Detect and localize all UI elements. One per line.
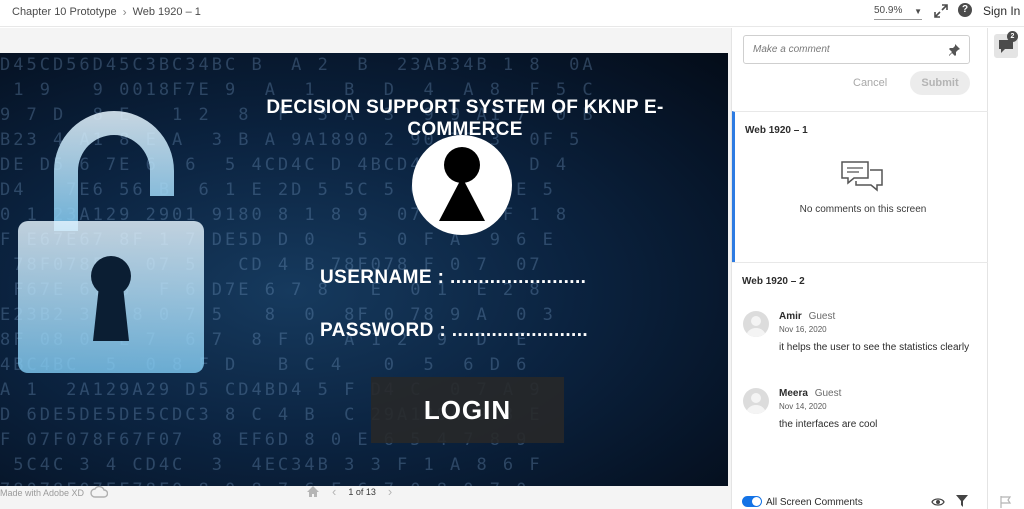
comment-author: Amir Guest — [779, 311, 835, 322]
comment-text: it helps the user to see the statistics … — [779, 342, 970, 353]
previous-icon[interactable]: ‹ — [332, 484, 336, 499]
comment-text: the interfaces are cool — [779, 419, 878, 430]
comment-author-role: Guest — [808, 311, 836, 322]
chevron-down-icon: ▼ — [914, 7, 922, 16]
top-bar: Chapter 10 Prototype › Web 1920 – 1 50.9… — [0, 0, 1024, 27]
username-field[interactable]: USERNAME : ........................ — [320, 267, 586, 289]
comment-author-role: Guest — [814, 388, 842, 399]
next-icon[interactable]: › — [388, 484, 392, 499]
user-icon — [746, 393, 766, 414]
user-icon — [746, 316, 766, 337]
password-field[interactable]: PASSWORD : ........................ — [320, 320, 588, 342]
comment-count-badge: 2 — [1007, 31, 1018, 42]
screen-comments-section: Web 1920 – 2 Amir Guest Nov 16, 2020 it … — [732, 262, 988, 490]
cancel-button[interactable]: Cancel — [853, 77, 887, 89]
artboard[interactable]: D45CD56D45C3BC34BC B A 2 B 23AB34B 1 8 0… — [0, 53, 728, 486]
all-screen-comments-toggle[interactable] — [742, 496, 762, 507]
user-silhouette-icon — [439, 147, 485, 221]
screen-title[interactable]: Web 1920 – 1 — [745, 125, 808, 136]
sign-in-link[interactable]: Sign In — [983, 4, 1020, 18]
zoom-select[interactable]: 50.9% ▼ — [874, 5, 922, 20]
flag-icon[interactable] — [1000, 496, 1012, 508]
open-padlock-icon — [18, 111, 204, 373]
comment-item[interactable]: Amir Guest Nov 16, 2020 it helps the use… — [743, 311, 983, 361]
breadcrumb: Chapter 10 Prototype › Web 1920 – 1 — [12, 5, 201, 19]
comments-footer: All Screen Comments — [732, 492, 988, 509]
pin-icon[interactable] — [947, 43, 961, 57]
comment-date: Nov 16, 2020 — [779, 325, 827, 334]
toggle-label: All Screen Comments — [766, 497, 863, 508]
filter-icon[interactable] — [956, 495, 968, 507]
breadcrumb-separator-icon: › — [122, 5, 127, 19]
pager: ‹ 1 of 13 › — [306, 484, 392, 499]
comments-icon — [841, 161, 883, 192]
comment-input[interactable]: Make a comment — [743, 35, 970, 64]
no-comments-text: No comments on this screen — [799, 204, 927, 215]
made-with-badge[interactable]: Made with Adobe XD — [0, 486, 109, 500]
comments-panel: Make a comment Cancel Submit Web 1920 – … — [731, 28, 988, 509]
comment-author-name: Amir — [779, 311, 802, 322]
comment-item[interactable]: Meera Guest Nov 14, 2020 the interfaces … — [743, 388, 983, 438]
breadcrumb-screen[interactable]: Web 1920 – 1 — [133, 6, 201, 18]
expand-icon[interactable] — [934, 4, 948, 18]
comment-date: Nov 14, 2020 — [779, 402, 827, 411]
submit-button[interactable]: Submit — [910, 71, 970, 95]
comment-author-name: Meera — [779, 388, 808, 399]
page-indicator: 1 of 13 — [348, 486, 376, 497]
screen-title[interactable]: Web 1920 – 2 — [742, 276, 805, 287]
avatar — [743, 388, 769, 414]
right-rail: 2 — [989, 28, 1024, 509]
zoom-value: 50.9% — [874, 5, 903, 16]
home-icon[interactable] — [306, 485, 320, 498]
bottom-bar: Made with Adobe XD ‹ 1 of 13 › — [0, 480, 731, 509]
help-icon[interactable]: ? — [958, 3, 972, 17]
comment-input-placeholder: Make a comment — [753, 44, 830, 55]
prototype-canvas: D45CD56D45C3BC34BC B A 2 B 23AB34B 1 8 0… — [0, 28, 731, 509]
comment-author: Meera Guest — [779, 388, 841, 399]
breadcrumb-project[interactable]: Chapter 10 Prototype — [12, 6, 117, 18]
creative-cloud-icon — [90, 486, 109, 498]
avatar — [412, 135, 512, 235]
avatar — [743, 311, 769, 337]
screen-comments-section: Web 1920 – 1 No comments on this screen — [732, 111, 988, 262]
eye-icon[interactable] — [931, 497, 945, 507]
login-button[interactable]: LOGIN — [371, 377, 564, 443]
made-with-label: Made with Adobe XD — [0, 488, 85, 498]
